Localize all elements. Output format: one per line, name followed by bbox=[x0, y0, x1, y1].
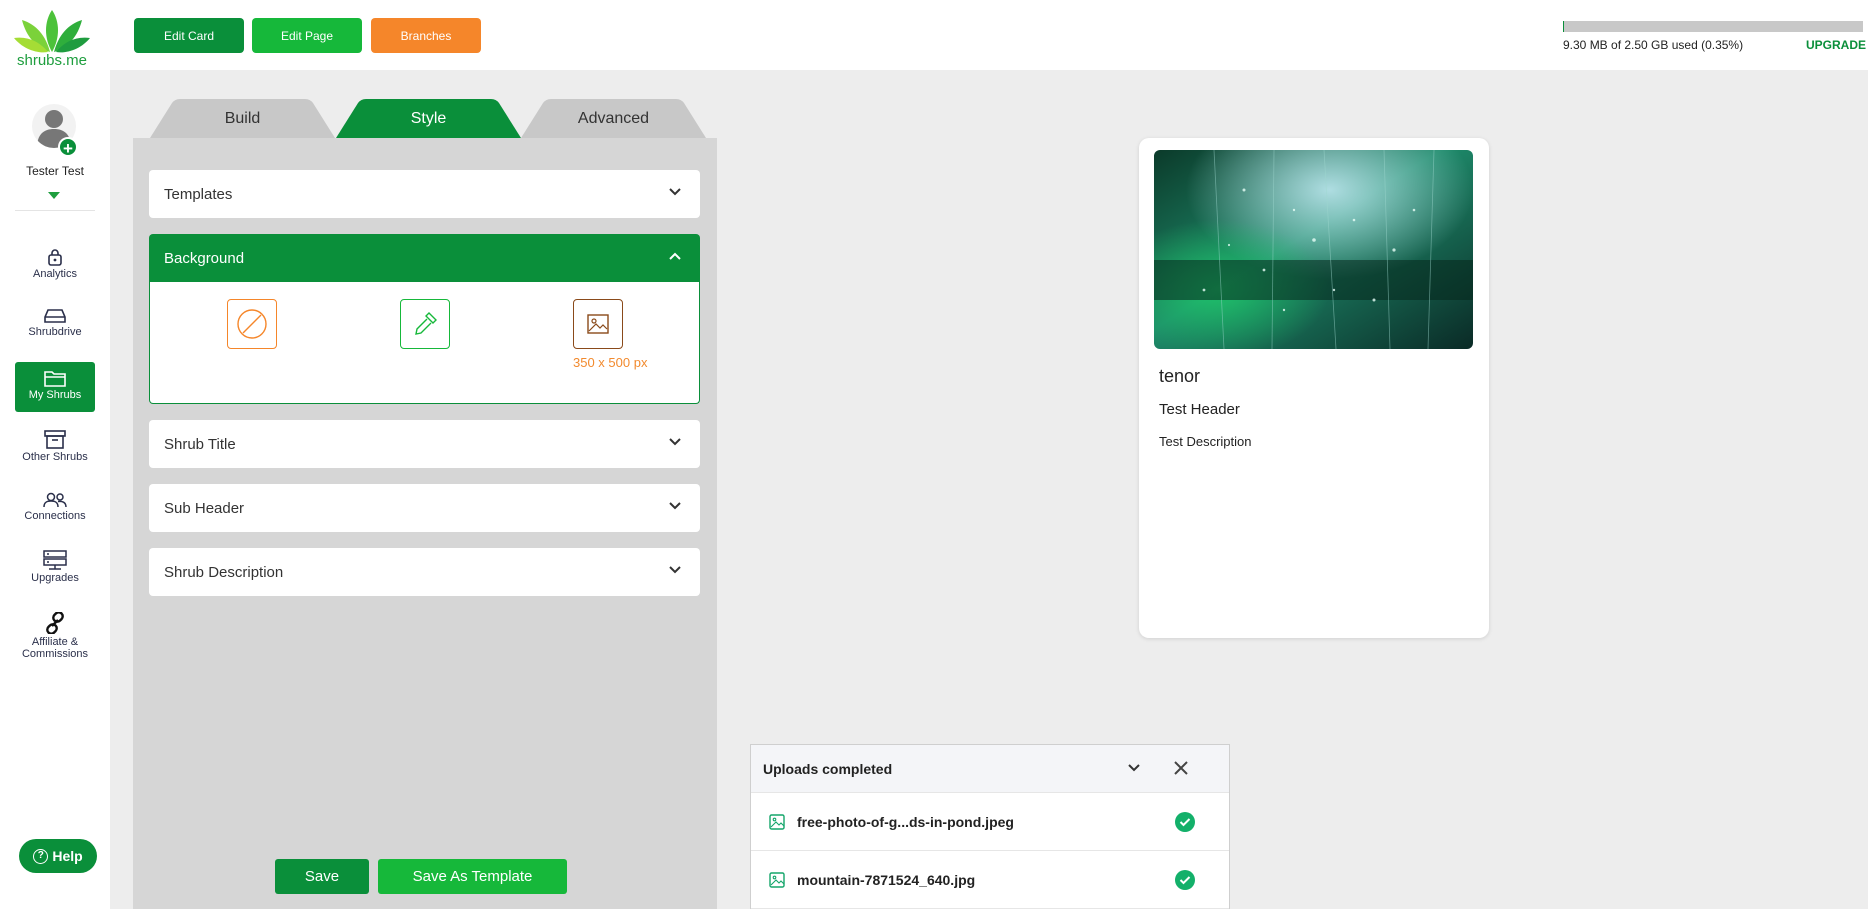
sidebar-item-other-shrubs[interactable]: Other Shrubs bbox=[15, 426, 95, 468]
save-as-template-button[interactable]: Save As Template bbox=[378, 859, 567, 894]
sidebar-item-label: Shrubdrive bbox=[28, 326, 82, 338]
no-background-icon bbox=[237, 309, 267, 339]
close-icon[interactable] bbox=[1172, 759, 1190, 777]
uploads-panel: Uploads completed free-photo-of-g...ds-i… bbox=[750, 744, 1230, 909]
archive-icon bbox=[44, 430, 66, 449]
image-icon bbox=[587, 314, 609, 334]
upload-row: free-photo-of-g...ds-in-pond.jpeg bbox=[751, 793, 1229, 851]
chevron-down-icon bbox=[669, 566, 681, 574]
help-button[interactable]: ? Help bbox=[19, 839, 97, 873]
card-description: Test Description bbox=[1159, 434, 1252, 449]
card-image bbox=[1154, 150, 1473, 349]
server-icon bbox=[43, 550, 67, 570]
image-file-icon bbox=[769, 813, 785, 830]
accordion-templates[interactable]: Templates bbox=[149, 170, 700, 218]
chevron-down-icon bbox=[669, 188, 681, 196]
accordion-shrub-title[interactable]: Shrub Title bbox=[149, 420, 700, 468]
sidebar-item-my-shrubs[interactable]: My Shrubs bbox=[15, 362, 95, 412]
chevron-up-icon bbox=[669, 252, 681, 260]
storage-usage-text: 9.30 MB of 2.50 GB used (0.35%) bbox=[1563, 38, 1744, 52]
accordion-sub-header[interactable]: Sub Header bbox=[149, 484, 700, 532]
background-size-hint: 350 x 500 px bbox=[573, 355, 648, 370]
background-options: 350 x 500 px bbox=[149, 282, 700, 404]
shrub-logo-icon bbox=[14, 10, 90, 53]
check-circle-icon bbox=[1175, 870, 1195, 890]
upload-file-name: free-photo-of-g...ds-in-pond.jpeg bbox=[797, 813, 1014, 830]
storage-progress-fill bbox=[1563, 21, 1565, 32]
accordion-label: Sub Header bbox=[164, 499, 245, 517]
sidebar-item-affiliate[interactable]: Affiliate & Commissions bbox=[15, 608, 95, 666]
sidebar-item-label: Upgrades bbox=[31, 572, 79, 584]
accordion-label: Shrub Description bbox=[164, 563, 284, 581]
user-menu-caret-icon[interactable] bbox=[48, 192, 60, 199]
check-circle-icon bbox=[1175, 812, 1195, 832]
chevron-down-icon bbox=[669, 502, 681, 510]
card-title: tenor bbox=[1159, 366, 1201, 386]
image-file-icon bbox=[769, 871, 785, 888]
tab-style[interactable]: Style bbox=[336, 99, 521, 138]
link-icon bbox=[46, 612, 64, 634]
tab-label: Advanced bbox=[577, 109, 650, 127]
chevron-down-icon[interactable] bbox=[1127, 763, 1141, 773]
accordion-label: Shrub Title bbox=[164, 435, 236, 453]
sidebar-divider bbox=[15, 210, 95, 211]
drive-icon bbox=[44, 309, 66, 323]
logo-text: shrubs.me bbox=[16, 52, 88, 69]
topbar: Edit Card Edit Page Branches 9.30 MB of … bbox=[110, 0, 1868, 70]
sidebar-item-label: Connections bbox=[24, 510, 86, 522]
sidebar-item-connections[interactable]: Connections bbox=[15, 488, 95, 530]
upload-row: mountain-7871524_640.jpg bbox=[751, 851, 1229, 909]
sidebar-item-upgrades[interactable]: Upgrades bbox=[15, 546, 95, 592]
sidebar-item-label: Analytics bbox=[32, 268, 78, 280]
tab-label: Build bbox=[224, 109, 261, 127]
card-background-image bbox=[1154, 150, 1473, 349]
uploads-header: Uploads completed bbox=[751, 745, 1229, 793]
upgrade-link[interactable]: UPGRADE bbox=[1806, 38, 1866, 52]
color-picker-button[interactable] bbox=[400, 299, 450, 349]
tab-build[interactable]: Build bbox=[150, 99, 335, 138]
eyedropper-icon bbox=[415, 312, 437, 335]
sidebar: shrubs.me + Tester Test Analytics Shrubd… bbox=[0, 0, 110, 909]
tab-label: Style bbox=[410, 109, 447, 127]
no-background-button[interactable] bbox=[227, 299, 277, 349]
sidebar-item-label: My Shrubs bbox=[28, 389, 82, 401]
accordion-background[interactable]: Background bbox=[149, 234, 700, 282]
edit-card-button[interactable]: Edit Card bbox=[134, 18, 244, 53]
lock-icon bbox=[48, 249, 62, 266]
sidebar-item-label: Other Shrubs bbox=[22, 451, 88, 463]
question-icon: ? bbox=[33, 848, 49, 864]
uploads-title: Uploads completed bbox=[763, 760, 893, 777]
branches-button[interactable]: Branches bbox=[371, 18, 481, 53]
card-sub-header: Test Header bbox=[1159, 401, 1240, 418]
image-background-button[interactable] bbox=[573, 299, 623, 349]
add-avatar-icon[interactable]: + bbox=[58, 137, 78, 158]
storage-progress-bar bbox=[1563, 21, 1863, 32]
accordion-label: Background bbox=[164, 249, 245, 267]
preview-card: tenor Test Header Test Description bbox=[1139, 138, 1489, 638]
help-label: Help bbox=[52, 848, 83, 864]
sidebar-item-label: Affiliate & Commissions bbox=[21, 636, 88, 660]
save-button[interactable]: Save bbox=[275, 859, 369, 894]
folder-icon bbox=[44, 371, 66, 387]
people-icon bbox=[43, 492, 67, 508]
upload-file-name: mountain-7871524_640.jpg bbox=[797, 871, 976, 888]
chevron-down-icon bbox=[669, 438, 681, 446]
sidebar-item-analytics[interactable]: Analytics bbox=[15, 244, 95, 286]
sidebar-item-shrubdrive[interactable]: Shrubdrive bbox=[15, 304, 95, 346]
tab-advanced[interactable]: Advanced bbox=[521, 99, 706, 138]
accordion-label: Templates bbox=[164, 185, 233, 203]
logo[interactable]: shrubs.me bbox=[12, 8, 92, 69]
edit-page-button[interactable]: Edit Page bbox=[252, 18, 362, 53]
accordion-shrub-description[interactable]: Shrub Description bbox=[149, 548, 700, 596]
user-name: Tester Test bbox=[26, 164, 84, 178]
